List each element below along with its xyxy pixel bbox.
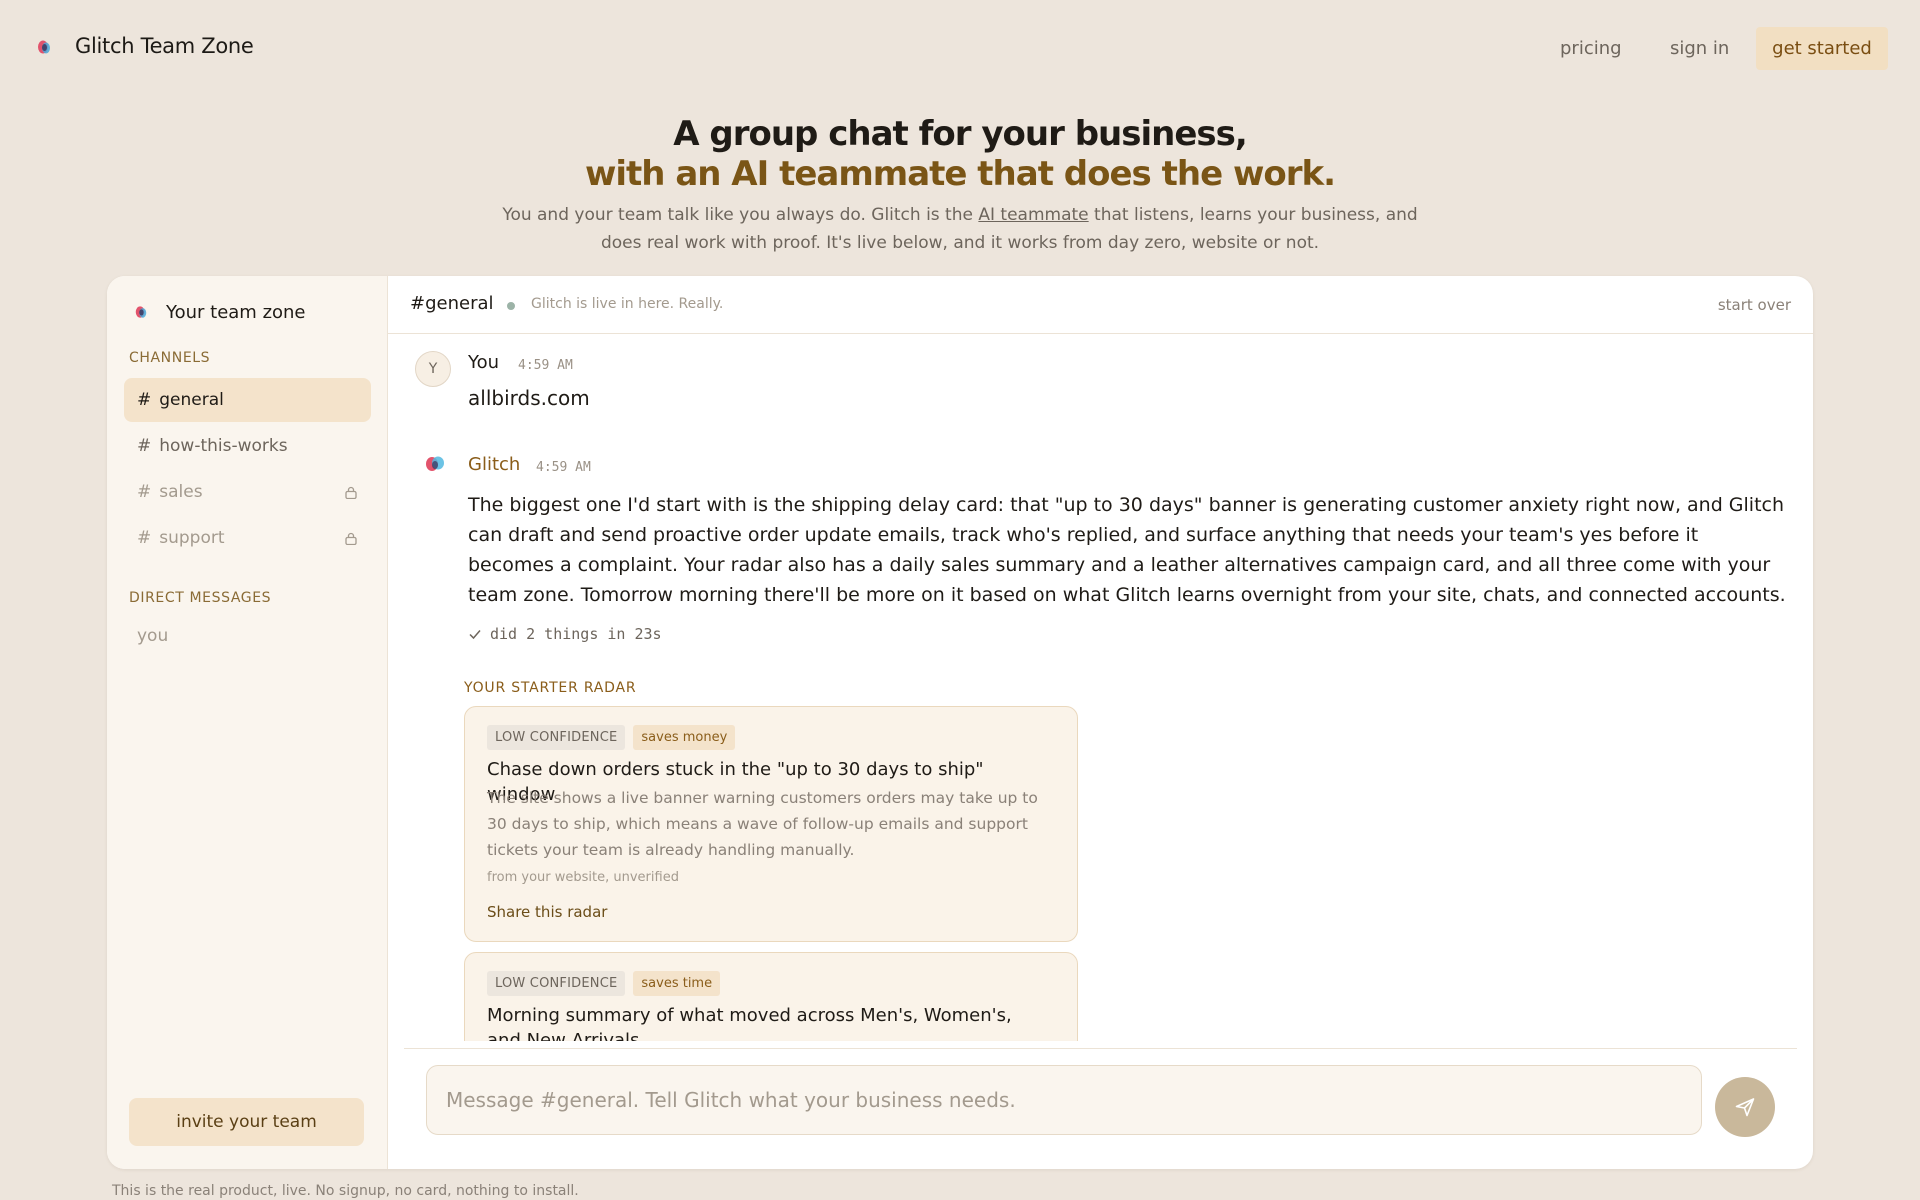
- send-icon: [1735, 1098, 1755, 1117]
- card-tags: LOW CONFIDENCE saves money: [487, 725, 736, 750]
- hash-icon: #: [137, 436, 152, 456]
- hero-subtitle: You and your team talk like you always d…: [500, 201, 1420, 257]
- message-author: Glitch: [468, 454, 521, 475]
- channel-header: #general Glitch is live in here. Really.…: [388, 276, 1813, 334]
- work-proof-summary[interactable]: did 2 things in 23s: [468, 625, 662, 643]
- channel-status: Glitch is live in here. Really.: [531, 296, 724, 312]
- share-radar-link[interactable]: Share this radar: [487, 903, 607, 921]
- send-button[interactable]: [1715, 1077, 1775, 1137]
- sidebar-item-general[interactable]: # general: [124, 378, 371, 422]
- sidebar-item-support[interactable]: # support: [124, 516, 371, 560]
- get-started-button[interactable]: get started: [1756, 27, 1888, 70]
- composer-divider: [404, 1048, 1797, 1049]
- sidebar-item-label: general: [159, 390, 224, 410]
- ai-teammate-link[interactable]: AI teammate: [978, 205, 1088, 225]
- benefit-badge: saves time: [633, 971, 721, 996]
- check-icon: [469, 630, 481, 640]
- live-status-dot: [507, 302, 515, 310]
- sidebar-item-label: support: [159, 528, 225, 548]
- hash-icon: #: [137, 482, 152, 502]
- message-timestamp: 4:59 AM: [536, 460, 591, 475]
- channel-title: #general: [410, 293, 494, 314]
- hash-icon: #: [137, 390, 152, 410]
- sidebar: Your team zone CHANNELS # general # how-…: [107, 276, 388, 1169]
- card-tags: LOW CONFIDENCE saves time: [487, 971, 721, 996]
- sidebar-item-dm-you[interactable]: you: [137, 626, 168, 646]
- message-timestamp: 4:59 AM: [518, 358, 573, 373]
- sidebar-item-sales[interactable]: # sales: [124, 470, 371, 514]
- brand-name[interactable]: Glitch Team Zone: [75, 34, 254, 58]
- footnote: This is the real product, live. No signu…: [112, 1183, 579, 1199]
- hash-icon: #: [137, 528, 152, 548]
- glitch-logo-icon[interactable]: [36, 38, 52, 56]
- card-source: from your website, unverified: [487, 870, 679, 885]
- radar-card[interactable]: LOW CONFIDENCE saves time Morning summar…: [464, 952, 1078, 1041]
- message-list[interactable]: Y You 4:59 AM allbirds.com Glitch 4:59 A…: [388, 335, 1813, 1041]
- lock-icon: [345, 486, 357, 499]
- confidence-badge: LOW CONFIDENCE: [487, 971, 626, 996]
- start-over-link[interactable]: start over: [1718, 296, 1791, 314]
- invite-team-button[interactable]: invite your team: [129, 1098, 364, 1146]
- confidence-badge: LOW CONFIDENCE: [487, 725, 626, 750]
- glitch-logo-icon: [135, 306, 147, 318]
- channel-view: #general Glitch is live in here. Really.…: [388, 276, 1813, 1169]
- channels-section-label: CHANNELS: [129, 350, 211, 366]
- message-author: You: [468, 352, 500, 373]
- sidebar-item-label: sales: [159, 482, 203, 502]
- nav-pricing-link[interactable]: pricing: [1560, 38, 1622, 59]
- radar-card[interactable]: LOW CONFIDENCE saves money Chase down or…: [464, 706, 1078, 942]
- sidebar-item-how-this-works[interactable]: # how-this-works: [124, 424, 371, 468]
- benefit-badge: saves money: [633, 725, 736, 750]
- lock-icon: [345, 532, 357, 545]
- hero-title-line2: with an AI teammate that does the work.: [584, 154, 1336, 194]
- nav-sign-in-link[interactable]: sign in: [1670, 38, 1729, 59]
- sidebar-item-label: how-this-works: [159, 436, 288, 456]
- hero-title-line1: A group chat for your business,: [673, 114, 1248, 154]
- direct-messages-section-label: DIRECT MESSAGES: [129, 590, 272, 606]
- team-zone-app: Your team zone CHANNELS # general # how-…: [107, 276, 1813, 1169]
- top-nav: Glitch Team Zone pricing sign in get sta…: [0, 0, 1920, 96]
- work-proof-text: did 2 things in 23s: [490, 625, 662, 643]
- glitch-logo-icon: [426, 456, 444, 471]
- message-input[interactable]: Message #general. Tell Glitch what your …: [426, 1065, 1702, 1135]
- card-title: Morning summary of what moved across Men…: [487, 1005, 1012, 1041]
- card-description: The site shows a live banner warning cus…: [487, 789, 1038, 859]
- hero-subtitle-text: You and your team talk like you always d…: [502, 205, 979, 225]
- message-text: allbirds.com: [468, 386, 590, 410]
- starter-radar-label: YOUR STARTER RADAR: [464, 680, 637, 696]
- avatar: Y: [415, 351, 451, 387]
- message-text: The biggest one I'd start with is the sh…: [468, 494, 1786, 606]
- team-zone-name: Your team zone: [166, 302, 306, 323]
